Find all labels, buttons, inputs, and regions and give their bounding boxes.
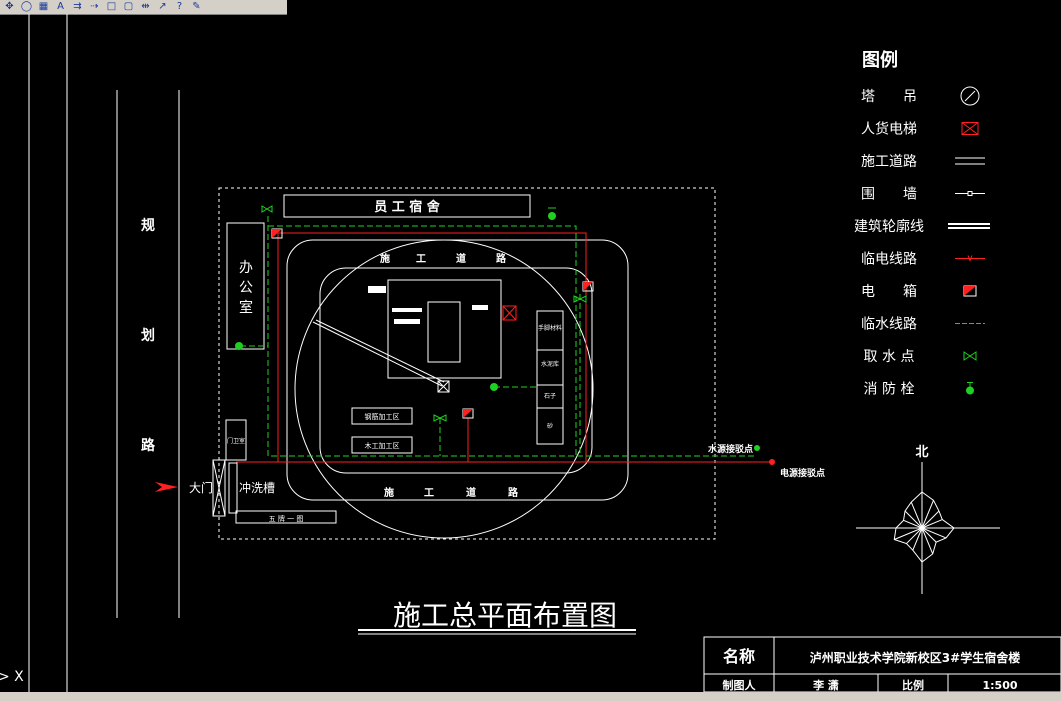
power-line-icon [955, 255, 985, 262]
legend-label: 施工道路 [861, 154, 917, 170]
legend-label: 取 水 点 [864, 349, 915, 365]
hydrant-icon [966, 382, 974, 395]
legend-label: 塔 吊 [861, 89, 917, 105]
gate-label: 大门 [189, 480, 213, 495]
power-box-fill [463, 409, 473, 418]
text-style-icon[interactable]: A [53, 1, 68, 13]
toolbar: ✥ ◯ ▦ A ⇉ ⇢ □ ▢ ⇹ ↗ ? ✎ [0, 0, 287, 15]
road-bottom-label-1: 施 [384, 486, 394, 499]
construction-road-inner [319, 267, 593, 474]
wash-tank [228, 462, 238, 514]
compass-spoke [921, 510, 940, 529]
paint-icon[interactable]: ✎ [189, 1, 204, 13]
water-connection-point[interactable] [754, 445, 760, 451]
tower-crane-jib [312, 321, 443, 387]
legend-label: 临水线路 [861, 317, 917, 333]
road-bottom-label-2: 工 [424, 488, 434, 499]
power-lines [236, 232, 772, 463]
compass-rose-icon [893, 491, 955, 563]
water-point-icon[interactable] [261, 205, 273, 213]
orbit-icon[interactable]: ◯ [19, 1, 34, 13]
gatehouse-label: 门卫室 [227, 437, 245, 445]
power-box-icon [963, 285, 977, 297]
arrow3-icon[interactable]: ↗ [155, 1, 170, 13]
title-block-drawer-value: 李 潇 [812, 678, 839, 692]
office-label-3: 室 [239, 299, 253, 316]
question-icon[interactable]: ? [172, 1, 187, 13]
road-label-1: 规 [141, 218, 155, 234]
road-label-2: 划 [141, 327, 155, 344]
align-icon[interactable]: ⇹ [138, 1, 153, 13]
gate-arrow-icon [155, 482, 178, 492]
building-mark [394, 319, 420, 324]
compass-spoke [904, 510, 923, 529]
material-c-label: 石子 [544, 393, 556, 400]
legend-label: 人货电梯 [861, 121, 917, 138]
compass-spoke [906, 527, 923, 544]
road-bottom-label-3: 道 [466, 486, 476, 499]
road-top-label-2: 工 [416, 254, 426, 265]
arrow2-icon[interactable]: ⇢ [87, 1, 102, 13]
drawing-canvas[interactable]: > X 规 划 路 员 工 宿 舍 办 公 室 门卫室 大门 冲洗槽 五 牌 一… [0, 14, 1061, 692]
legend-title: 图例 [862, 49, 898, 71]
drawing-title: 施工总平面布置图 [393, 599, 617, 632]
road-bottom-label-4: 路 [508, 486, 519, 499]
title-block-scale-label: 比例 [902, 678, 924, 692]
water-point-label: 水源接驳点 [708, 443, 753, 455]
dormitory-label: 员 工 宿 舍 [374, 199, 441, 215]
grid-icon[interactable]: ▦ [36, 1, 51, 13]
road-top-label-3: 道 [456, 252, 466, 265]
steel-workshop-label: 钢筋加工区 [365, 412, 400, 421]
arrow-icon[interactable]: ⇉ [70, 1, 85, 13]
office-label-2: 公 [239, 280, 253, 296]
site-fence [218, 187, 716, 540]
tower-crane-icon [960, 86, 980, 106]
pan-icon[interactable]: ✥ [2, 1, 17, 13]
legend-label: 建筑轮廓线 [854, 218, 924, 235]
legend-label: 电 箱 [861, 284, 917, 300]
road-icon [955, 157, 985, 165]
wash-label: 冲洗槽 [239, 480, 275, 495]
compass-spoke [921, 527, 937, 543]
road-label-3: 路 [141, 437, 156, 454]
wuzhi-label: 五 牌 一 图 [269, 514, 304, 523]
power-connection-point[interactable] [769, 459, 775, 465]
title-block-scale-value: 1:500 [982, 679, 1017, 692]
square2-icon[interactable]: ▢ [121, 1, 136, 13]
status-bar [0, 692, 1061, 701]
building-mark [472, 305, 488, 310]
building-mark [392, 308, 422, 312]
hydrant-icon[interactable] [548, 212, 556, 220]
tower-crane-jib [315, 319, 445, 383]
hydrant-icon[interactable] [490, 383, 498, 391]
north-label: 北 [915, 445, 928, 460]
legend-label: 临电线路 [861, 252, 917, 268]
wood-workshop-label: 木工加工区 [365, 441, 400, 450]
road-top-label-4: 路 [496, 252, 507, 265]
power-point-label: 电源接驳点 [780, 467, 825, 479]
title-block-name-label: 名称 [723, 647, 755, 666]
construction-road-outer [286, 239, 629, 501]
material-a-label: 手脚材料 [538, 324, 562, 332]
material-d-label: 砂 [547, 422, 553, 430]
square-icon[interactable]: □ [104, 1, 119, 13]
main-building-core [427, 301, 461, 363]
tower-crane-radius [294, 239, 594, 539]
wall-icon [955, 191, 985, 196]
material-b-label: 水泥库 [541, 360, 559, 368]
legend-list: 塔 吊人货电梯施工道路围 墙建筑轮廓线临电线路电 箱临水线路取 水 点消 防 栓 [854, 86, 990, 398]
water-point-icon [963, 351, 977, 361]
elevator-hatch [502, 305, 517, 321]
legend-label: 消 防 栓 [864, 382, 915, 398]
title-block-drawer-label: 制图人 [723, 678, 757, 692]
elevator-icon [961, 122, 979, 135]
water-lines [240, 216, 756, 457]
building-mark [368, 286, 386, 293]
title-block-name-value: 泸州职业技术学院新校区3#学生宿舍楼 [810, 650, 1020, 665]
office-label-1: 办 [239, 260, 253, 276]
legend-label: 围 墙 [861, 187, 917, 203]
hydrant-icon[interactable] [235, 342, 243, 350]
outline-icon [948, 223, 990, 229]
ucs-icon: > X [0, 669, 24, 685]
